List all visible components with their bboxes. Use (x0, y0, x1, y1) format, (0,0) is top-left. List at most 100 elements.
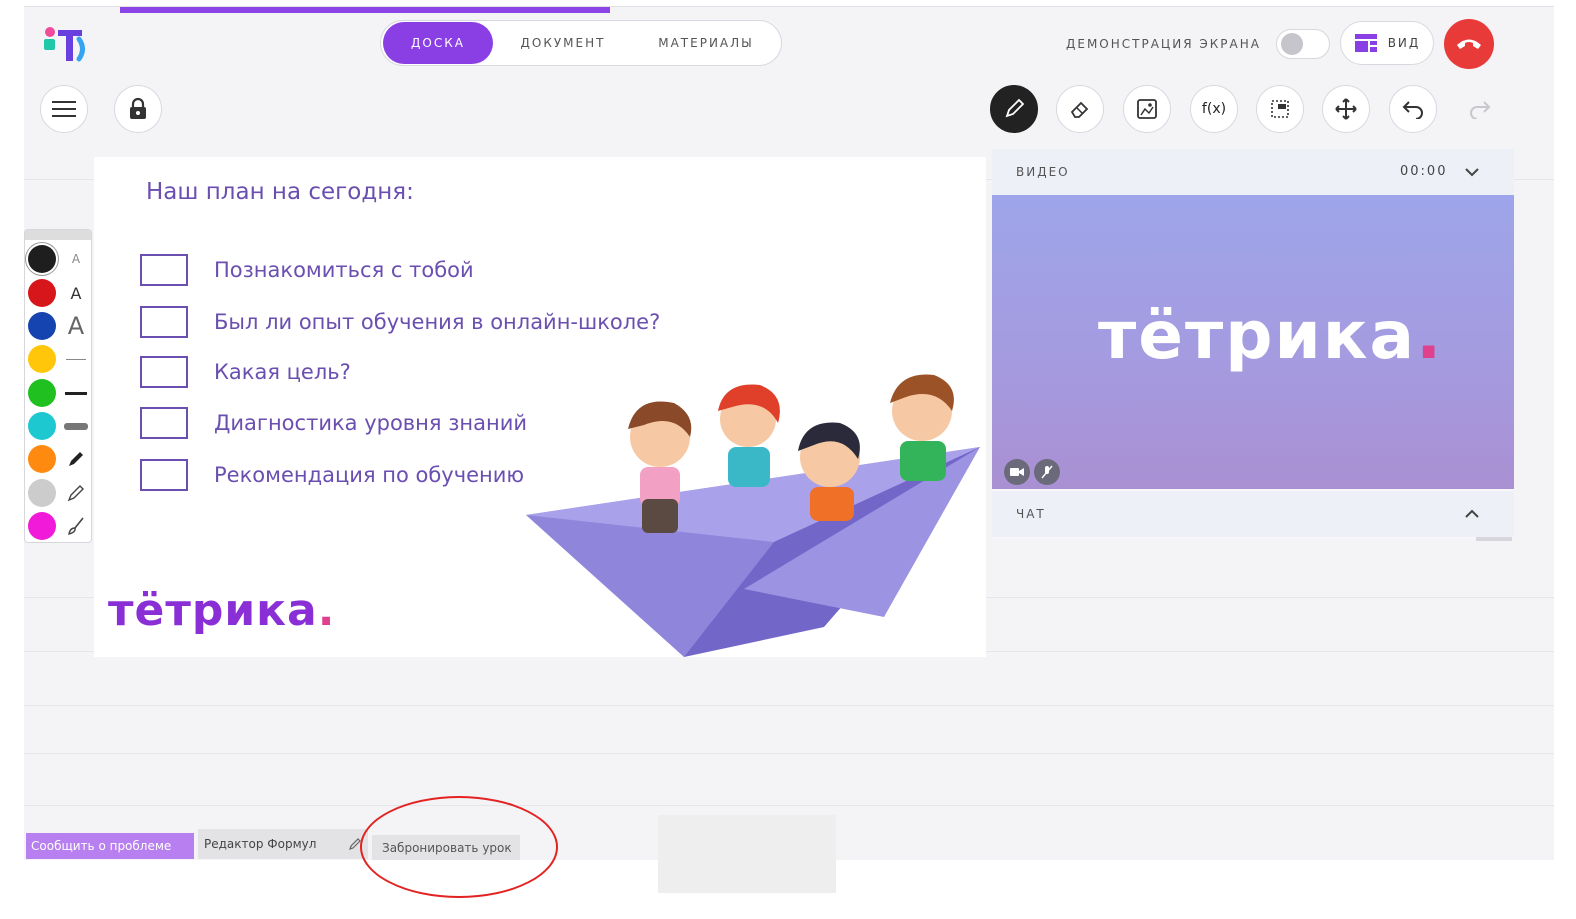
screen-share-toggle[interactable] (1276, 29, 1330, 59)
undo-icon (1402, 101, 1423, 119)
app-logo-icon (44, 27, 85, 62)
view-button-label: ВИД (1387, 36, 1421, 50)
screen-share-label: ДЕМОНСТРАЦИЯ ЭКРАНА (1066, 37, 1261, 51)
plan-item: Рекомендация по обучению (140, 459, 524, 491)
plan-checkbox (140, 254, 188, 286)
image-tool-button[interactable] (1123, 85, 1171, 133)
select-tool-button[interactable] (1256, 85, 1304, 133)
plan-item-text: Был ли опыт обучения в онлайн-школе? (214, 310, 661, 334)
redo-button[interactable] (1456, 85, 1504, 133)
plan-title: Наш план на сегодня: (146, 179, 414, 205)
plan-item: Познакомиться с тобой (140, 254, 474, 286)
tab-board[interactable]: ДОСКА (383, 22, 493, 64)
text-size-medium[interactable]: A (63, 279, 89, 307)
plan-checkbox (140, 356, 188, 388)
mic-off-icon[interactable] (1034, 459, 1060, 485)
chevron-down-icon[interactable] (1464, 166, 1480, 178)
redo-icon (1470, 101, 1491, 119)
brush-icon[interactable] (63, 512, 89, 540)
color-swatch-blue[interactable] (28, 312, 56, 340)
palette-header (25, 230, 91, 240)
plan-item: Какая цель? (140, 356, 351, 388)
color-swatch-black[interactable] (28, 245, 56, 273)
video-feed: тётрика. (992, 195, 1514, 489)
board-logo-text: тётрика (108, 585, 318, 636)
view-button[interactable]: ВИД (1340, 21, 1434, 65)
formula-editor-label: Редактор Формул (204, 837, 317, 851)
marker-icon[interactable] (63, 479, 89, 507)
plan-checkbox (140, 459, 188, 491)
layout-icon (1354, 34, 1377, 52)
chat-header[interactable]: ЧАТ (992, 491, 1514, 537)
panel-resize-handle[interactable] (1476, 537, 1512, 541)
camera-glyph (1010, 468, 1024, 476)
menu-button[interactable] (40, 85, 88, 133)
board-logo-dot: . (317, 585, 336, 636)
plan-item-text: Диагностика уровня знаний (214, 411, 528, 435)
text-size-small[interactable]: A (63, 245, 89, 273)
mic-glyph (1041, 465, 1053, 479)
select-icon (1271, 100, 1289, 118)
board-logo: тётрика. (108, 585, 335, 636)
plan-item: Диагностика уровня знаний (140, 407, 527, 439)
color-swatch-green[interactable] (28, 379, 56, 407)
video-panel: ВИДЕО 00:00 тётрика. ЧАТ (992, 149, 1514, 541)
plan-item-text: Рекомендация по обучению (214, 463, 525, 487)
line-medium-icon[interactable] (63, 379, 89, 407)
video-logo-dot: . (1416, 297, 1444, 374)
toggle-knob (1281, 33, 1303, 55)
chevron-up-icon[interactable] (1464, 508, 1480, 520)
formula-icon: f(x) (1201, 101, 1227, 117)
mode-tabs: ДОСКА ДОКУМЕНТ МАТЕРИАЛЫ (380, 20, 782, 66)
formula-editor-button[interactable]: Редактор Формул (198, 829, 368, 859)
color-swatch-magenta[interactable] (28, 512, 56, 540)
pencil-tool-button[interactable] (990, 85, 1038, 133)
color-swatch-orange[interactable] (28, 445, 56, 473)
video-logo-text: тётрика (1098, 297, 1417, 374)
hangup-button[interactable] (1444, 19, 1494, 69)
grid-line (24, 705, 1554, 706)
pen-icon[interactable] (63, 445, 89, 473)
text-size-large[interactable]: A (63, 312, 89, 340)
undo-button[interactable] (1389, 85, 1437, 133)
plan-item-text: Познакомиться с тобой (214, 258, 474, 282)
video-header[interactable]: ВИДЕО 00:00 (992, 149, 1514, 195)
report-problem-button[interactable]: Сообщить о проблеме (26, 833, 194, 859)
line-thin-icon[interactable] (63, 345, 89, 373)
tab-materials[interactable]: МАТЕРИАЛЫ (633, 22, 779, 64)
move-tool-button[interactable] (1322, 85, 1370, 133)
line-thick-icon[interactable] (63, 412, 89, 440)
menu-icon (52, 101, 76, 117)
plan-item-text: Какая цель? (214, 360, 351, 384)
color-swatch-cyan[interactable] (28, 412, 56, 440)
plan-item: Был ли опыт обучения в онлайн-школе? (140, 306, 660, 338)
formula-tool-button[interactable]: f(x) (1190, 85, 1238, 133)
marker-glyph (67, 485, 84, 502)
lock-button[interactable] (114, 85, 162, 133)
eraser-icon (1070, 101, 1089, 118)
paper-plane-illustration (526, 374, 980, 657)
video-label: ВИДЕО (1016, 165, 1070, 179)
board-slide[interactable]: Наш план на сегодня: Познакомиться с тоб… (94, 157, 986, 657)
whiteboard-app: ДОСКА ДОКУМЕНТ МАТЕРИАЛЫ ДЕМОНСТРАЦИЯ ЭК… (24, 6, 1554, 860)
grid-line (24, 805, 1554, 806)
color-swatch-red[interactable] (28, 279, 56, 307)
plan-checkbox (140, 407, 188, 439)
phone-hangup-icon (1457, 39, 1481, 49)
color-swatch-gray[interactable] (28, 479, 56, 507)
pencil-icon (1005, 98, 1025, 118)
move-icon (1335, 98, 1357, 120)
video-logo: тётрика. (1098, 297, 1443, 374)
brush-glyph (68, 517, 84, 535)
empty-placeholder-box (658, 815, 836, 893)
camera-off-icon[interactable] (1004, 459, 1030, 485)
tab-document[interactable]: ДОКУМЕНТ (493, 22, 633, 64)
eraser-tool-button[interactable] (1056, 85, 1104, 133)
pen-glyph (69, 452, 83, 466)
color-palette: A A A (24, 229, 92, 543)
red-annotation-circle (360, 796, 558, 898)
image-icon (1137, 99, 1157, 119)
lock-icon (130, 97, 146, 119)
grid-line (24, 753, 1554, 754)
color-swatch-yellow[interactable] (28, 345, 56, 373)
